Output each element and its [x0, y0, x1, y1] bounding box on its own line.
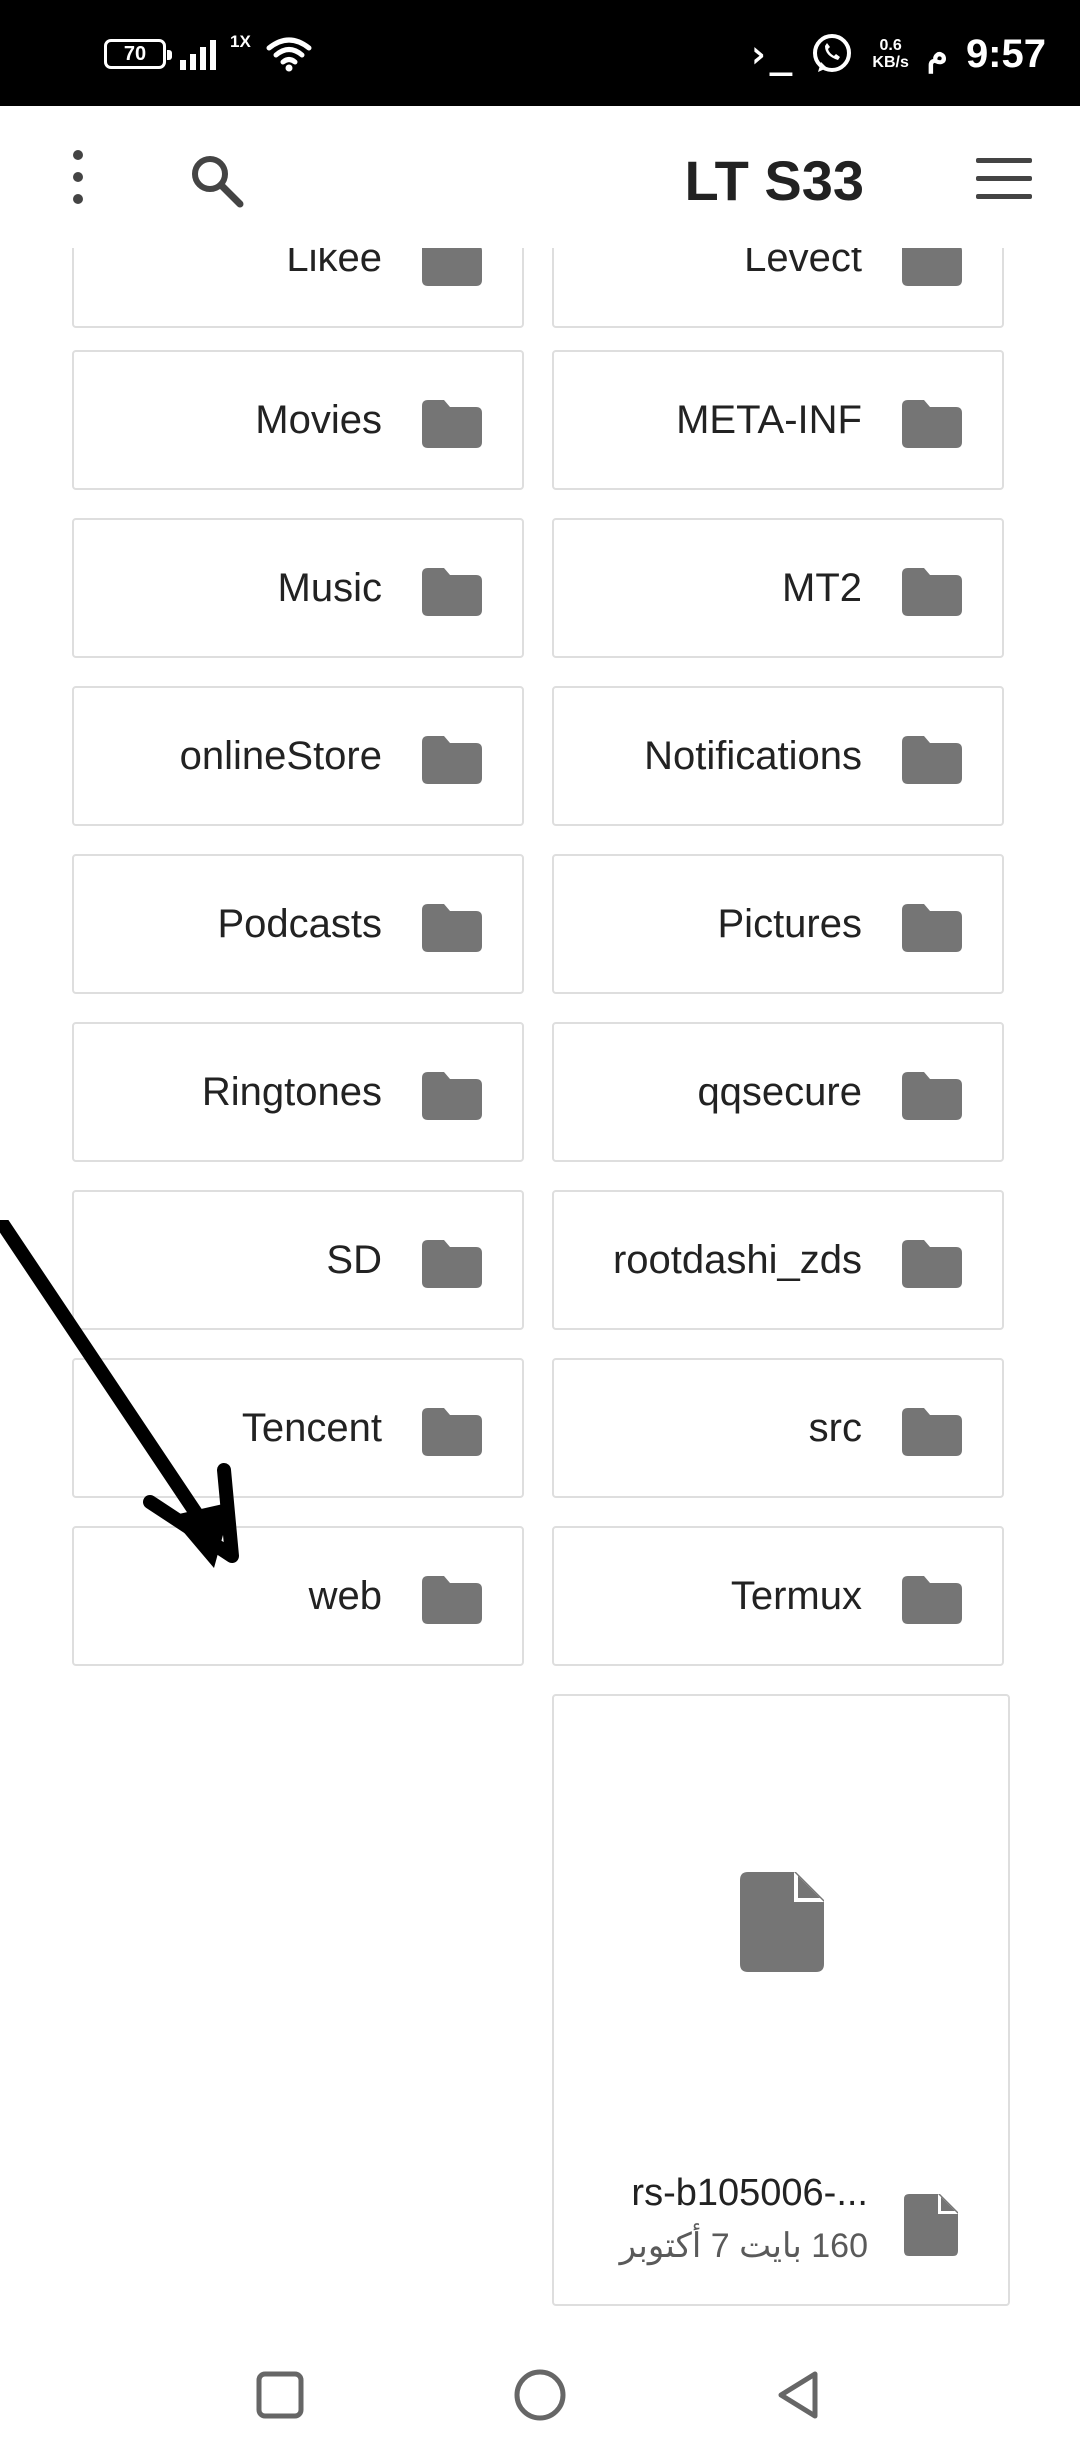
meridiem: م	[926, 35, 948, 73]
signal-icon	[180, 38, 216, 70]
folder-label: rootdashi_zds	[612, 1238, 862, 1282]
annotation-arrow-icon	[0, 1220, 239, 1568]
folder-item[interactable]: onlineStore	[72, 686, 524, 826]
folder-item[interactable]: Movies	[72, 350, 524, 490]
folder-item[interactable]: rootdashi_zds	[552, 1190, 1004, 1330]
terminal-icon: ›_	[746, 32, 793, 76]
back-button[interactable]	[765, 2360, 835, 2430]
folder-item[interactable]: Likee	[72, 248, 524, 328]
file-icon	[740, 1872, 824, 1972]
folder-label: onlineStore	[179, 734, 382, 778]
folder-label: Ringtones	[201, 1070, 382, 1114]
folder-label: Likee	[286, 248, 382, 280]
folder-icon	[422, 1240, 482, 1288]
folder-icon	[902, 1240, 962, 1288]
folder-icon	[902, 1576, 962, 1624]
clock: 9:57	[965, 31, 1046, 76]
folder-label: Movies	[255, 398, 382, 442]
folder-label: Levect	[744, 248, 862, 280]
folder-icon	[422, 568, 482, 616]
folder-item[interactable]: Podcasts	[72, 854, 524, 994]
battery-level: 70	[123, 42, 147, 65]
speed-value: 0.6	[879, 37, 902, 54]
app-bar: LT S33	[0, 106, 1080, 248]
file-item[interactable]: rs-b105006-... 160 بايت 7 أكتوبر	[552, 1694, 1010, 2306]
folder-item[interactable]: Levect	[552, 248, 1004, 328]
folder-label: SD	[326, 1238, 382, 1282]
network-speed: 0.6 KB/s	[872, 37, 908, 71]
folder-icon	[902, 736, 962, 784]
folder-label: Termux	[730, 1574, 862, 1618]
folder-item[interactable]: Music	[72, 518, 524, 658]
folder-item[interactable]: qqsecure	[552, 1022, 1004, 1162]
folder-label: src	[808, 1406, 862, 1450]
hamburger-menu-icon[interactable]	[976, 158, 1032, 199]
folder-icon	[902, 568, 962, 616]
folder-icon	[422, 1072, 482, 1120]
file-icon	[904, 2194, 958, 2256]
folder-item[interactable]: Pictures	[552, 854, 1004, 994]
page-title: LT S33	[684, 149, 864, 212]
whatsapp-icon	[813, 34, 852, 72]
folder-label: Tencent	[241, 1406, 382, 1450]
speed-unit: KB/s	[872, 54, 909, 71]
folder-label: Notifications	[644, 734, 862, 778]
folder-icon	[902, 1408, 962, 1456]
folder-label: Music	[277, 566, 382, 610]
folder-item[interactable]: Ringtones	[72, 1022, 524, 1162]
file-name: rs-b105006-...	[631, 2172, 868, 2214]
folder-label: MT2	[782, 566, 862, 610]
folder-icon	[422, 904, 482, 952]
navigation-bar	[0, 2328, 1080, 2460]
recents-button[interactable]	[245, 2360, 315, 2430]
home-button[interactable]	[505, 2360, 575, 2430]
folder-item[interactable]: src	[552, 1358, 1004, 1498]
folder-label: qqsecure	[697, 1070, 862, 1114]
folder-icon	[422, 400, 482, 448]
folder-icon	[902, 400, 962, 448]
folder-label: Pictures	[717, 902, 863, 946]
folder-item[interactable]: META-INF	[552, 350, 1004, 490]
folder-grid: Likee Levect Movies META-INF Music MT2 o…	[0, 248, 1080, 2328]
folder-icon	[902, 248, 962, 286]
file-meta: 160 بايت 7 أكتوبر	[619, 2227, 868, 2265]
more-vert-icon[interactable]	[64, 150, 92, 210]
search-icon[interactable]	[186, 150, 246, 210]
folder-label: META-INF	[676, 398, 862, 442]
battery-icon: 70	[104, 39, 172, 69]
folder-item[interactable]: Termux	[552, 1526, 1004, 1666]
wifi-icon	[266, 37, 312, 72]
folder-item[interactable]: MT2	[552, 518, 1004, 658]
folder-icon	[422, 248, 482, 286]
folder-icon	[902, 1072, 962, 1120]
folder-icon	[422, 1408, 482, 1456]
folder-label: web	[308, 1574, 382, 1618]
folder-icon	[422, 1576, 482, 1624]
folder-icon	[902, 904, 962, 952]
folder-icon	[422, 736, 482, 784]
folder-item[interactable]: Notifications	[552, 686, 1004, 826]
folder-label: Podcasts	[217, 902, 382, 946]
status-bar: 70 1X ›_ 0.6 KB/s م 9:57	[0, 0, 1080, 106]
network-type: 1X	[230, 32, 251, 51]
